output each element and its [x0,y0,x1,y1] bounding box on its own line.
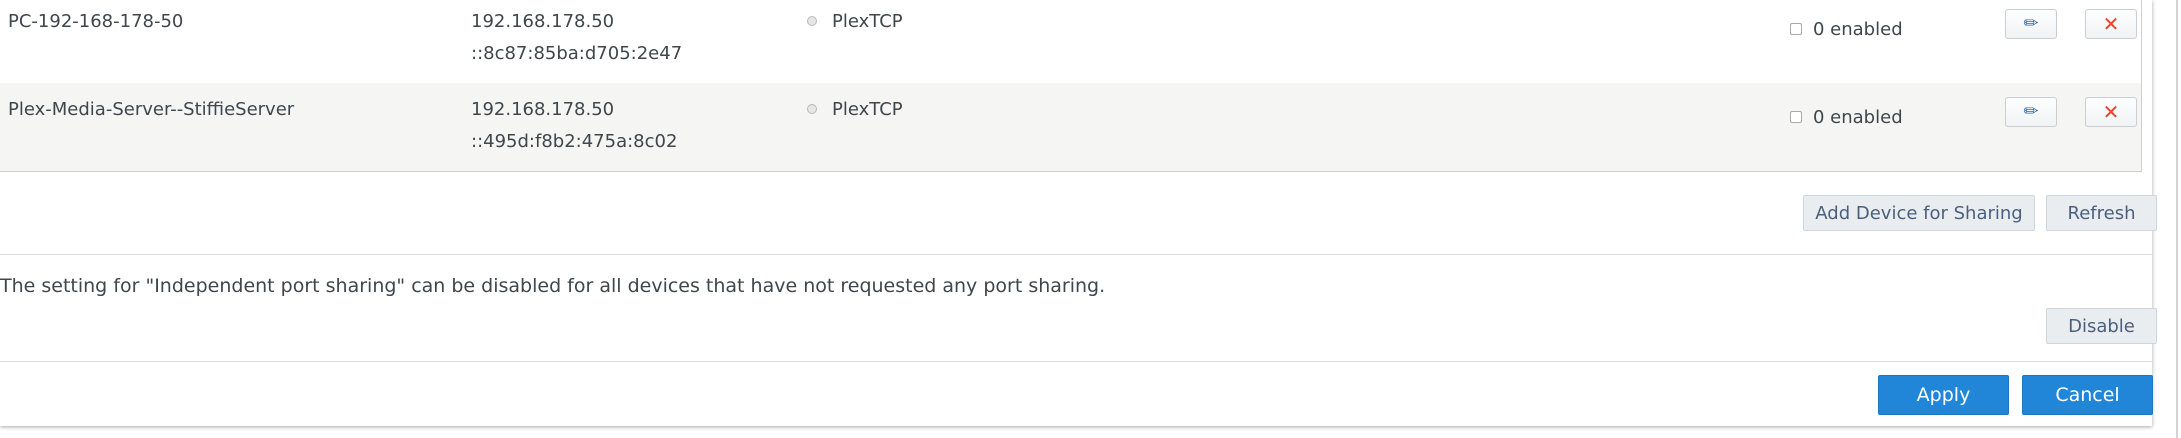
device-name: Plex-Media-Server--StiffieServer [8,99,295,120]
device-ipv4: 192.168.178.50 [471,11,615,32]
enable-checkbox[interactable] [1790,111,1802,123]
add-device-button[interactable]: Add Device for Sharing [1803,195,2035,231]
enabled-count: 0 enabled [1813,107,1903,128]
table-row: Plex-Media-Server--StiffieServer 192.168… [0,83,2141,171]
status-dot-icon [807,104,817,114]
refresh-button[interactable]: Refresh [2046,195,2157,231]
service-name: PlexTCP [832,99,903,120]
device-ipv6: ::8c87:85ba:d705:2e47 [471,43,683,64]
apply-button[interactable]: Apply [1878,375,2009,415]
status-dot-icon [807,16,817,26]
delete-button[interactable]: ✕ [2085,9,2137,39]
close-icon: ✕ [2102,100,2120,124]
section-divider [0,254,2152,255]
page: PC-192-168-178-50 192.168.178.50 ::8c87:… [0,0,2181,438]
pencil-icon: ✏︎ [2023,101,2039,122]
port-sharing-panel: PC-192-168-178-50 192.168.178.50 ::8c87:… [0,0,2157,426]
device-ipv6: ::495d:f8b2:475a:8c02 [471,131,678,152]
device-table: PC-192-168-178-50 192.168.178.50 ::8c87:… [0,0,2142,172]
cancel-button[interactable]: Cancel [2022,375,2153,415]
device-name: PC-192-168-178-50 [8,11,184,32]
edit-button[interactable]: ✏︎ [2005,97,2057,127]
independent-sharing-info: The setting for "Independent port sharin… [0,275,1106,297]
table-row: PC-192-168-178-50 192.168.178.50 ::8c87:… [0,0,2141,87]
enable-checkbox[interactable] [1790,23,1802,35]
pencil-icon: ✏︎ [2023,13,2039,34]
footer-divider [0,361,2152,362]
window-edge [2176,0,2178,438]
service-name: PlexTCP [832,11,903,32]
device-ipv4: 192.168.178.50 [471,99,615,120]
close-icon: ✕ [2102,12,2120,36]
enabled-count: 0 enabled [1813,19,1903,40]
edit-button[interactable]: ✏︎ [2005,9,2057,39]
disable-button[interactable]: Disable [2046,308,2157,344]
delete-button[interactable]: ✕ [2085,97,2137,127]
